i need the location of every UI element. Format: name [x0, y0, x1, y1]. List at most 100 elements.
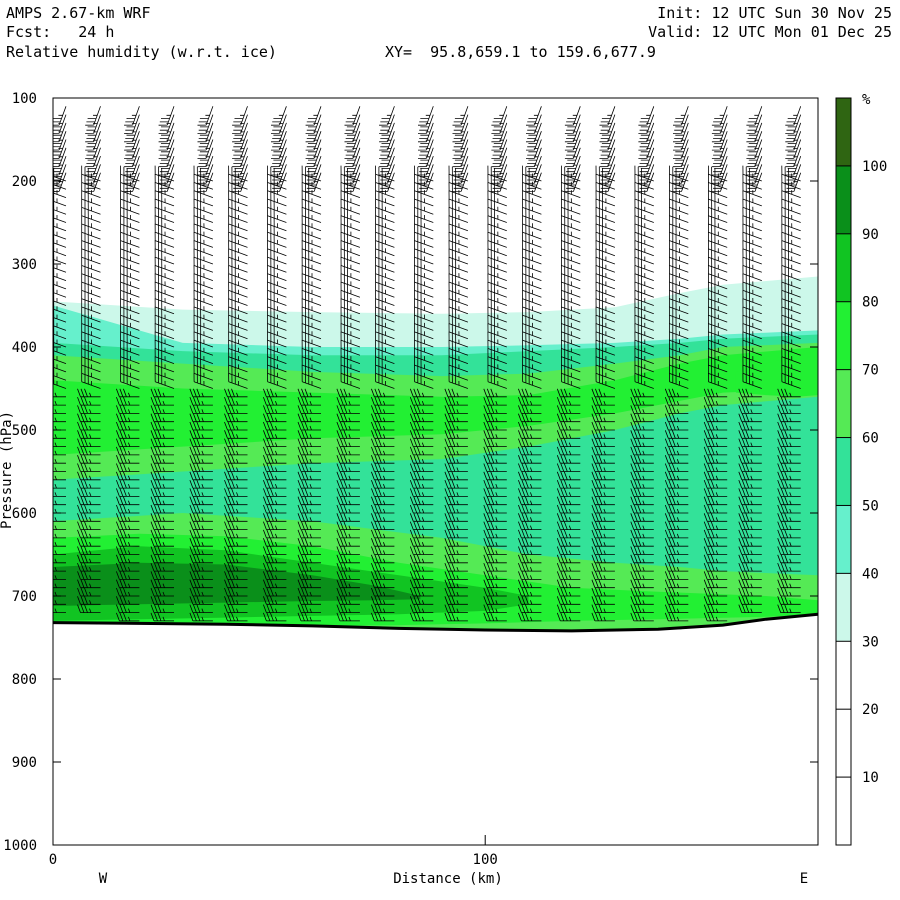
wind-barb-9-1 — [379, 114, 395, 134]
wind-barb-12-11 — [487, 182, 507, 198]
wind-barb-16-20 — [634, 256, 654, 273]
wind-barb-18-18 — [708, 240, 728, 257]
wind-barb-8-21 — [340, 265, 361, 281]
wind-barb-4-19 — [193, 248, 214, 265]
wind-barb-16-18 — [634, 240, 654, 257]
wind-barb-2-3 — [124, 131, 140, 151]
wind-barb-15-19 — [595, 248, 616, 265]
wind-barb-14-9 — [561, 165, 581, 182]
wind-barb-19-6 — [746, 155, 763, 176]
wind-barb-5-4 — [232, 139, 248, 159]
wind-barb-9-6 — [379, 155, 395, 176]
wind-barb-12-21 — [487, 265, 507, 281]
wind-barb-6-2 — [270, 122, 287, 143]
wind-barb-5-19 — [228, 248, 248, 265]
wind-barb-14-21 — [561, 265, 581, 281]
wind-barb-3-6 — [158, 155, 175, 176]
colorbar-swatch-5 — [836, 233, 851, 302]
wind-barb-20-15 — [781, 215, 801, 232]
wind-barb-20-1 — [785, 114, 802, 134]
colorbar-swatch-7 — [836, 98, 851, 166]
wind-barb-4-14 — [193, 207, 214, 223]
wind-barb-16-2 — [638, 122, 655, 143]
wind-barb-17-1 — [672, 114, 689, 134]
wind-barb-0-22 — [53, 275, 67, 290]
wind-barb-10-2 — [417, 122, 434, 143]
wind-barb-7-17 — [301, 231, 322, 248]
wind-barb-13-0 — [525, 106, 542, 126]
colorbar-tick-label-8: 90 — [862, 227, 879, 243]
wind-barb-11-25 — [448, 298, 469, 315]
wind-barb-19-19 — [742, 248, 762, 265]
wind-barb-18-13 — [708, 198, 728, 215]
wind-barb-0-11 — [53, 184, 67, 198]
wind-barb-18-14 — [708, 207, 728, 223]
wind-barb-3-1 — [158, 114, 175, 134]
wind-barb-20-17 — [781, 231, 801, 248]
wind-barb-8-3 — [344, 131, 361, 151]
y-tick-label-6: 700 — [12, 589, 37, 605]
colorbar-swatch-4 — [836, 301, 851, 370]
wind-barb-5-18 — [228, 240, 248, 257]
wind-barb-9-24 — [375, 290, 395, 306]
wind-barb-8-16 — [340, 223, 361, 240]
wind-barb-5-13 — [228, 198, 248, 215]
wind-barb-1-5 — [85, 147, 101, 168]
wind-barb-3-14 — [154, 207, 175, 223]
wind-barb-11-1 — [452, 114, 469, 134]
wind-barb-6-24 — [267, 290, 287, 306]
wind-barb-5-23 — [228, 281, 248, 298]
wind-barb-0-12 — [53, 192, 67, 207]
wind-barb-16-6 — [638, 155, 655, 176]
wind-barb-5-15 — [228, 215, 248, 232]
wind-barb-4-0 — [197, 106, 214, 126]
wind-barb-5-21 — [228, 265, 248, 281]
wind-barb-5-6 — [232, 155, 248, 176]
wind-barb-3-0 — [158, 106, 175, 126]
wind-barb-5-11 — [228, 182, 248, 198]
wind-barb-7-11 — [301, 182, 322, 198]
wind-barb-6-20 — [267, 256, 287, 273]
colorbar-swatch-3 — [836, 369, 851, 438]
wind-barb-4-20 — [193, 256, 214, 273]
wind-barb-9-19 — [375, 248, 395, 265]
wind-barb-5-0 — [232, 106, 248, 126]
wind-barb-13-19 — [522, 248, 542, 265]
wind-barb-6-4 — [270, 139, 287, 159]
wind-barb-4-13 — [193, 198, 214, 215]
wind-barb-18-20 — [708, 256, 728, 273]
west-label: W — [99, 871, 108, 887]
wind-barb-0-14 — [53, 209, 67, 223]
wind-barb-0-13 — [53, 201, 67, 215]
wind-barb-13-10 — [522, 173, 542, 190]
wind-barb-10-0 — [417, 106, 434, 126]
wind-barb-10-12 — [414, 190, 434, 207]
wind-barb-17-21 — [669, 265, 689, 281]
wind-barb-15-23 — [595, 281, 616, 298]
wind-barb-6-9 — [267, 165, 287, 182]
wind-barb-3-18 — [154, 240, 175, 257]
wind-barb-20-12 — [781, 190, 801, 207]
wind-barb-17-22 — [669, 273, 689, 290]
wind-barb-15-12 — [595, 190, 616, 207]
wind-barb-14-20 — [561, 256, 581, 273]
wind-barb-9-12 — [375, 190, 395, 207]
wind-barb-10-23 — [414, 281, 434, 298]
wind-barb-15-2 — [599, 122, 616, 143]
y-tick-label-0: 100 — [12, 91, 37, 107]
wind-barb-12-20 — [487, 256, 507, 273]
wind-barb-8-20 — [340, 256, 361, 273]
wind-barb-7-22 — [301, 273, 322, 290]
wind-barb-8-25 — [340, 298, 361, 315]
wind-barb-7-6 — [305, 155, 322, 176]
wind-barb-7-0 — [305, 106, 322, 126]
wind-barb-0-16 — [53, 226, 67, 240]
wind-barb-3-15 — [154, 215, 175, 232]
wind-barb-20-6 — [785, 155, 802, 176]
wind-barb-2-13 — [120, 198, 140, 215]
wind-barb-6-17 — [267, 231, 287, 248]
wind-barb-4-16 — [193, 223, 214, 240]
wind-barb-15-1 — [599, 114, 616, 134]
wind-barb-9-16 — [375, 223, 395, 240]
wind-barb-18-21 — [708, 265, 728, 281]
